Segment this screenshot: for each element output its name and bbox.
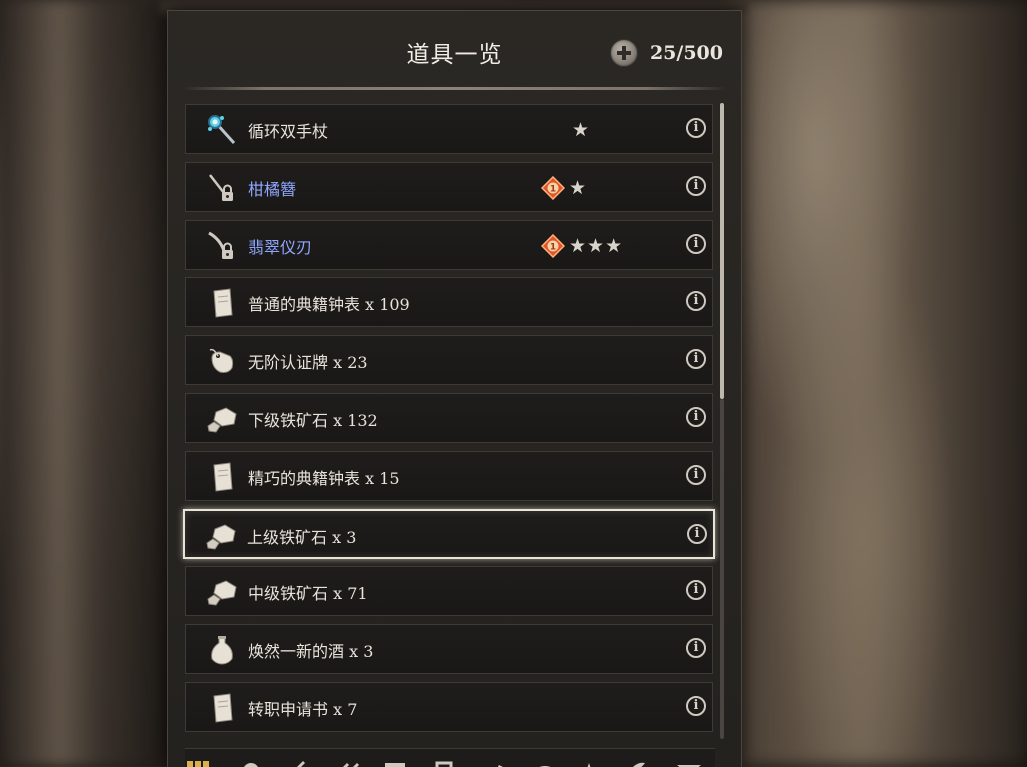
item-row[interactable]: 柑橘簪 1 ★ i xyxy=(185,161,713,212)
info-icon[interactable]: i xyxy=(686,118,706,138)
background-left xyxy=(0,0,170,766)
info-icon[interactable]: i xyxy=(686,464,706,485)
info-icon[interactable]: i xyxy=(686,175,706,196)
ore-icon xyxy=(206,577,238,607)
info-icon[interactable]: i xyxy=(686,349,706,370)
info-icon[interactable]: i xyxy=(686,638,706,659)
tag-icon xyxy=(206,346,238,376)
rarity-stars: ★ xyxy=(572,119,591,141)
info-icon[interactable]: i xyxy=(686,233,706,254)
item-row[interactable]: 翡翠仪刃 1 ★★★ i xyxy=(185,219,713,270)
info-icon[interactable]: i xyxy=(686,406,706,427)
expand-capacity-button[interactable] xyxy=(609,39,638,67)
item-row[interactable]: 转职申请书 x 7 i xyxy=(185,681,713,732)
item-row[interactable]: 中级铁矿石 x 71 i xyxy=(185,566,713,617)
item-row[interactable]: 上级铁矿石 x 3 i xyxy=(183,508,715,559)
panel-header: 道具一览 25/500 xyxy=(168,11,741,89)
item-row[interactable]: 焕然一新的酒 x 3 i xyxy=(185,624,713,675)
warning-badge-icon[interactable]: 1 xyxy=(540,233,566,258)
capacity-display: 25/500 xyxy=(609,39,723,67)
warning-badge-icon[interactable]: 1 xyxy=(540,175,566,200)
item-name: 精巧的典籍钟表 x 15 xyxy=(248,468,400,488)
ore-icon xyxy=(206,404,238,434)
item-name: 无阶认证牌 x 23 xyxy=(248,353,368,373)
locked-blade-icon xyxy=(206,231,238,261)
item-name: 柑橘簪 xyxy=(248,179,297,199)
item-row[interactable]: 循环双手杖 ★ i xyxy=(185,104,713,154)
scroll-icon xyxy=(206,288,238,318)
item-row[interactable]: 无阶认证牌 x 23 i xyxy=(185,335,713,386)
scrollbar-thumb[interactable] xyxy=(720,103,724,399)
scrollbar-track[interactable] xyxy=(720,399,724,739)
item-rarity-group: ★ xyxy=(572,116,590,144)
item-list: 循环双手杖 ★ i 柑橘簪 1 ★ i 翡翠仪刃 1 ★★★ i 普通的典籍钟表 x 109 i 无阶认证… xyxy=(183,104,715,740)
svg-text:1: 1 xyxy=(550,242,556,252)
header-divider xyxy=(182,87,727,90)
item-name: 循环双手杖 xyxy=(248,122,329,141)
ore-icon xyxy=(205,521,237,551)
item-name: 上级铁矿石 x 3 xyxy=(247,527,357,547)
scroll-icon xyxy=(206,462,238,492)
rarity-stars: ★ xyxy=(569,176,588,199)
item-rarity-group: 1 ★★★ xyxy=(540,232,624,260)
inventory-panel: 道具一览 25/500 循环双手杖 ★ i 柑橘簪 1 ★ i 翡翠仪刃 1 ★★★ i 普通的典籍钟… xyxy=(167,10,742,767)
info-icon[interactable]: i xyxy=(686,580,706,601)
capacity-count: 25/500 xyxy=(649,42,723,64)
bottle-icon xyxy=(206,635,238,665)
item-name: 普通的典籍钟表 x 109 xyxy=(248,295,410,315)
item-name: 翡翠仪刃 xyxy=(248,237,313,257)
item-name: 中级铁矿石 x 71 xyxy=(248,584,368,604)
rarity-stars: ★★★ xyxy=(569,234,624,257)
info-icon[interactable]: i xyxy=(686,695,706,716)
item-name: 下级铁矿石 x 132 xyxy=(248,410,378,430)
item-name: 转职申请书 x 7 xyxy=(248,699,358,719)
item-name: 焕然一新的酒 x 3 xyxy=(248,642,374,662)
item-rarity-group: 1 ★ xyxy=(540,174,588,202)
info-icon[interactable]: i xyxy=(686,291,706,312)
item-row[interactable]: 精巧的典籍钟表 x 15 i xyxy=(185,450,713,501)
item-row[interactable]: 下级铁矿石 x 132 i xyxy=(185,392,713,443)
category-tab-bar xyxy=(185,748,715,767)
scroll-icon xyxy=(206,693,238,723)
locked-hairpin-icon xyxy=(206,173,238,203)
staff-icon xyxy=(206,115,238,145)
svg-text:1: 1 xyxy=(550,184,556,194)
item-row[interactable]: 普通的典籍钟表 x 109 i xyxy=(185,277,713,328)
background-right xyxy=(727,0,1027,766)
info-icon[interactable]: i xyxy=(687,523,707,544)
